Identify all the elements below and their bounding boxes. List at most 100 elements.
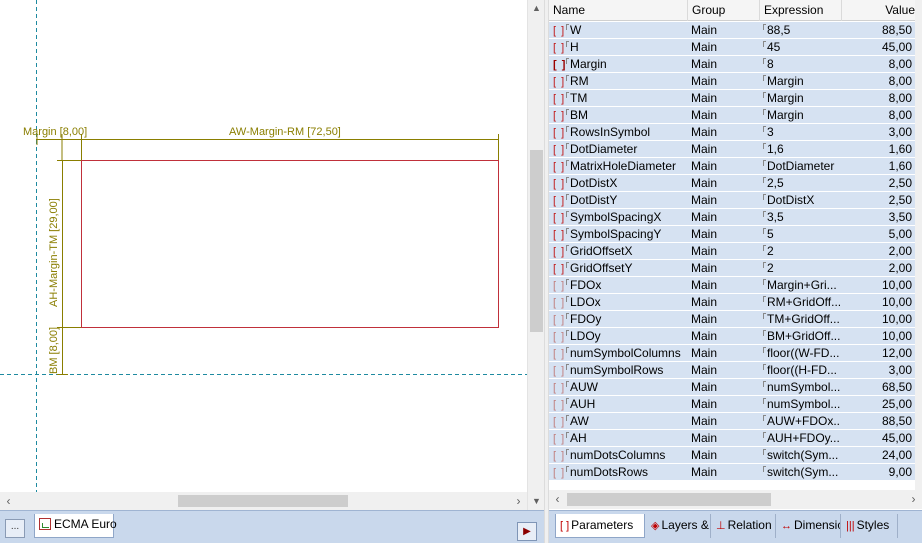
table-row[interactable]: [ ] DotDistY Main DotDistX 2,50 — [549, 192, 922, 209]
param-expression-cell[interactable]: 2,5 — [760, 175, 840, 191]
tab-layers[interactable]: ◈ Layers & — [647, 514, 711, 538]
param-expression-cell[interactable]: RM+GridOff... — [760, 294, 840, 310]
param-group-cell[interactable]: Main — [688, 158, 758, 174]
tab-dimension[interactable]: ↔ Dimensic — [777, 514, 841, 538]
param-group-cell[interactable]: Main — [688, 39, 758, 55]
param-group-cell[interactable]: Main — [688, 311, 758, 327]
param-group-cell[interactable]: Main — [688, 226, 758, 242]
param-name-cell[interactable]: [ ] W — [549, 22, 686, 38]
param-group-cell[interactable]: Main — [688, 22, 758, 38]
param-expression-cell[interactable]: switch(Sym... — [760, 447, 840, 463]
param-name-cell[interactable]: [ ] GridOffsetY — [549, 260, 686, 276]
param-name-cell[interactable]: [ ] numDotsRows — [549, 464, 686, 480]
param-expression-cell[interactable]: AUH+FDOy... — [760, 430, 840, 446]
scroll-up-arrow-icon[interactable]: ▲ — [528, 0, 545, 17]
param-name-cell[interactable]: [ ] RM — [549, 73, 686, 89]
more-button[interactable]: ... — [5, 519, 25, 538]
param-name-cell[interactable]: [ ] numSymbolColumns — [549, 345, 686, 361]
table-row[interactable]: [ ] numDotsRows Main switch(Sym... 9,00 — [549, 464, 922, 481]
tab-ecma-euro[interactable]: ECMA Euro — [34, 514, 117, 538]
param-expression-cell[interactable]: Margin — [760, 107, 840, 123]
param-expression-cell[interactable]: BM+GridOff... — [760, 328, 840, 344]
param-group-cell[interactable]: Main — [688, 413, 758, 429]
parameters-grid[interactable]: Name Group Expression Value [ ] W Main 88,5… — [549, 0, 922, 490]
param-name-cell[interactable]: [ ] MatrixHoleDiameter — [549, 158, 686, 174]
param-group-cell[interactable]: Main — [688, 209, 758, 225]
param-expression-cell[interactable]: 88,5 — [760, 22, 840, 38]
drawing-canvas[interactable]: Margin [8,00] AW-Margin-RM [72,50] AH-Ma… — [0, 0, 527, 492]
param-group-cell[interactable]: Main — [688, 328, 758, 344]
param-expression-cell[interactable]: AUW+FDOx... — [760, 413, 840, 429]
param-expression-cell[interactable]: switch(Sym... — [760, 464, 840, 480]
param-group-cell[interactable]: Main — [688, 379, 758, 395]
param-name-cell[interactable]: [ ] AUH — [549, 396, 686, 412]
column-header-group[interactable]: Group — [688, 0, 760, 21]
grid-scroll-left-arrow-icon[interactable]: ‹ — [549, 490, 566, 508]
scroll-right-arrow-icon[interactable]: › — [510, 492, 527, 510]
column-header-value[interactable]: Value — [842, 0, 922, 21]
param-group-cell[interactable]: Main — [688, 260, 758, 276]
param-name-cell[interactable]: [ ] DotDiameter — [549, 141, 686, 157]
param-expression-cell[interactable]: DotDiameter — [760, 158, 840, 174]
table-row[interactable]: [ ] GridOffsetX Main 2 2,00 — [549, 243, 922, 260]
param-name-cell[interactable]: [ ] numSymbolRows — [549, 362, 686, 378]
table-row[interactable]: [ ] SymbolSpacingX Main 3,5 3,50 — [549, 209, 922, 226]
table-row[interactable]: [ ] FDOy Main TM+GridOff... 10,00 — [549, 311, 922, 328]
param-group-cell[interactable]: Main — [688, 175, 758, 191]
param-expression-cell[interactable]: Margin+Gri... — [760, 277, 840, 293]
param-group-cell[interactable]: Main — [688, 243, 758, 259]
table-row[interactable]: [ ] W Main 88,5 88,50 — [549, 22, 922, 39]
param-expression-cell[interactable]: Margin — [760, 73, 840, 89]
param-expression-cell[interactable]: DotDistX — [760, 192, 840, 208]
canvas-horizontal-scrollbar[interactable]: ‹ › — [0, 492, 527, 510]
param-group-cell[interactable]: Main — [688, 396, 758, 412]
next-tab-arrow-icon[interactable]: ▶ — [517, 522, 537, 541]
param-name-cell[interactable]: [ ] DotDistY — [549, 192, 686, 208]
param-group-cell[interactable]: Main — [688, 277, 758, 293]
table-row[interactable]: [ ] numSymbolColumns Main floor((W-FD... 12,… — [549, 345, 922, 362]
param-name-cell[interactable]: [ ] FDOx — [549, 277, 686, 293]
param-expression-cell[interactable]: numSymbol... — [760, 396, 840, 412]
param-expression-cell[interactable]: 1,6 — [760, 141, 840, 157]
param-expression-cell[interactable]: 45 — [760, 39, 840, 55]
param-name-cell[interactable]: [ ] SymbolSpacingY — [549, 226, 686, 242]
param-group-cell[interactable]: Main — [688, 107, 758, 123]
table-row[interactable]: [ ] AH Main AUH+FDOy... 45,00 — [549, 430, 922, 447]
param-name-cell[interactable]: [ ] Margin — [549, 56, 686, 72]
param-name-cell[interactable]: [ ] DotDistX — [549, 175, 686, 191]
table-row[interactable]: [ ] H Main 45 45,00 — [549, 39, 922, 56]
scroll-left-arrow-icon[interactable]: ‹ — [0, 492, 17, 510]
param-expression-cell[interactable]: TM+GridOff... — [760, 311, 840, 327]
table-row[interactable]: [ ] RM Main Margin 8,00 — [549, 73, 922, 90]
param-name-cell[interactable]: [ ] AW — [549, 413, 686, 429]
param-group-cell[interactable]: Main — [688, 430, 758, 446]
param-expression-cell[interactable]: numSymbol... — [760, 379, 840, 395]
table-row[interactable]: [ ] GridOffsetY Main 2 2,00 — [549, 260, 922, 277]
param-name-cell[interactable]: [ ] TM — [549, 90, 686, 106]
table-row[interactable]: [ ] DotDistX Main 2,5 2,50 — [549, 175, 922, 192]
param-expression-cell[interactable]: 8 — [760, 56, 840, 72]
param-name-cell[interactable]: [ ] GridOffsetX — [549, 243, 686, 259]
table-row[interactable]: [ ] Margin Main 8 8,00 — [549, 56, 922, 73]
param-name-cell[interactable]: [ ] BM — [549, 107, 686, 123]
table-row[interactable]: [ ] numDotsColumns Main switch(Sym... 24,00 — [549, 447, 922, 464]
param-group-cell[interactable]: Main — [688, 447, 758, 463]
table-row[interactable]: [ ] FDOx Main Margin+Gri... 10,00 — [549, 277, 922, 294]
param-name-cell[interactable]: [ ] LDOx — [549, 294, 686, 310]
param-expression-cell[interactable]: 5 — [760, 226, 840, 242]
canvas-vertical-scrollbar[interactable]: ▲ ▼ — [527, 0, 544, 510]
param-group-cell[interactable]: Main — [688, 56, 758, 72]
param-name-cell[interactable]: [ ] AUW — [549, 379, 686, 395]
table-row[interactable]: [ ] MatrixHoleDiameter Main DotDiameter 1,60 — [549, 158, 922, 175]
param-expression-cell[interactable]: Margin — [760, 90, 840, 106]
table-row[interactable]: [ ] numSymbolRows Main floor((H-FD... 3,00 — [549, 362, 922, 379]
param-group-cell[interactable]: Main — [688, 90, 758, 106]
table-row[interactable]: [ ] BM Main Margin 8,00 — [549, 107, 922, 124]
param-expression-cell[interactable]: 3 — [760, 124, 840, 140]
canvas-hscroll-thumb[interactable] — [178, 495, 348, 507]
table-row[interactable]: [ ] TM Main Margin 8,00 — [549, 90, 922, 107]
table-row[interactable]: [ ] AUW Main numSymbol... 68,50 — [549, 379, 922, 396]
param-name-cell[interactable]: [ ] SymbolSpacingX — [549, 209, 686, 225]
table-row[interactable]: [ ] LDOy Main BM+GridOff... 10,00 — [549, 328, 922, 345]
grid-hscroll-thumb[interactable] — [567, 493, 771, 506]
